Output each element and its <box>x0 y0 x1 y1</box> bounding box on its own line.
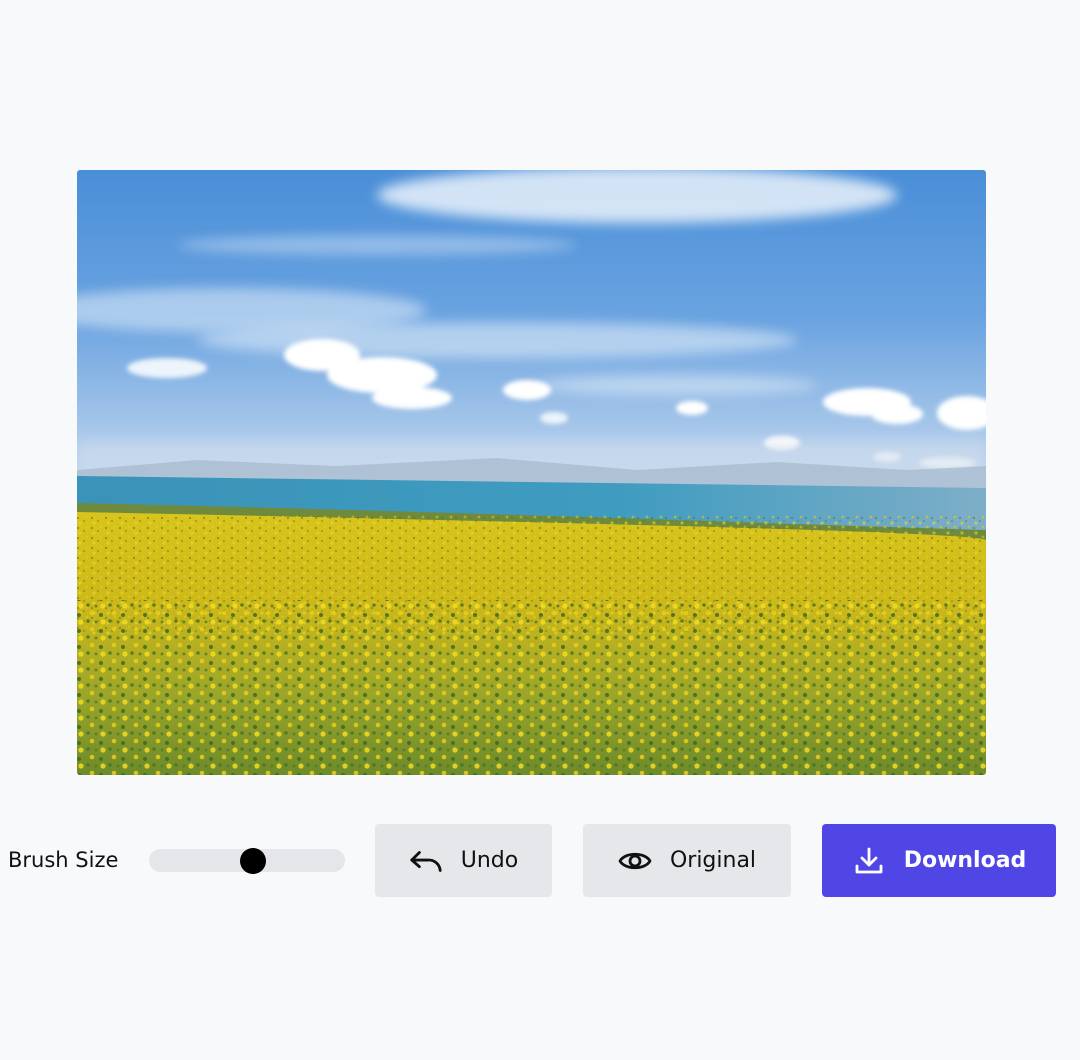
editor-toolbar: Brush Size Undo Original Download <box>0 824 1080 897</box>
editor-page: Brush Size Undo Original Download <box>0 0 1080 1060</box>
undo-button-label: Undo <box>460 848 519 873</box>
image-canvas[interactable] <box>77 170 986 775</box>
undo-arrow-icon <box>409 844 443 878</box>
download-button-label: Download <box>903 848 1027 873</box>
download-button[interactable]: Download <box>822 824 1056 897</box>
eye-icon <box>618 844 652 878</box>
landscape-photo[interactable] <box>77 170 986 775</box>
brush-size-slider-thumb[interactable] <box>239 848 266 874</box>
original-button-label: Original <box>669 848 757 873</box>
download-icon <box>852 844 886 878</box>
undo-button[interactable]: Undo <box>375 824 552 897</box>
original-button[interactable]: Original <box>583 824 791 897</box>
brush-size-label: Brush Size <box>8 848 119 872</box>
brush-size-slider[interactable] <box>149 848 345 874</box>
